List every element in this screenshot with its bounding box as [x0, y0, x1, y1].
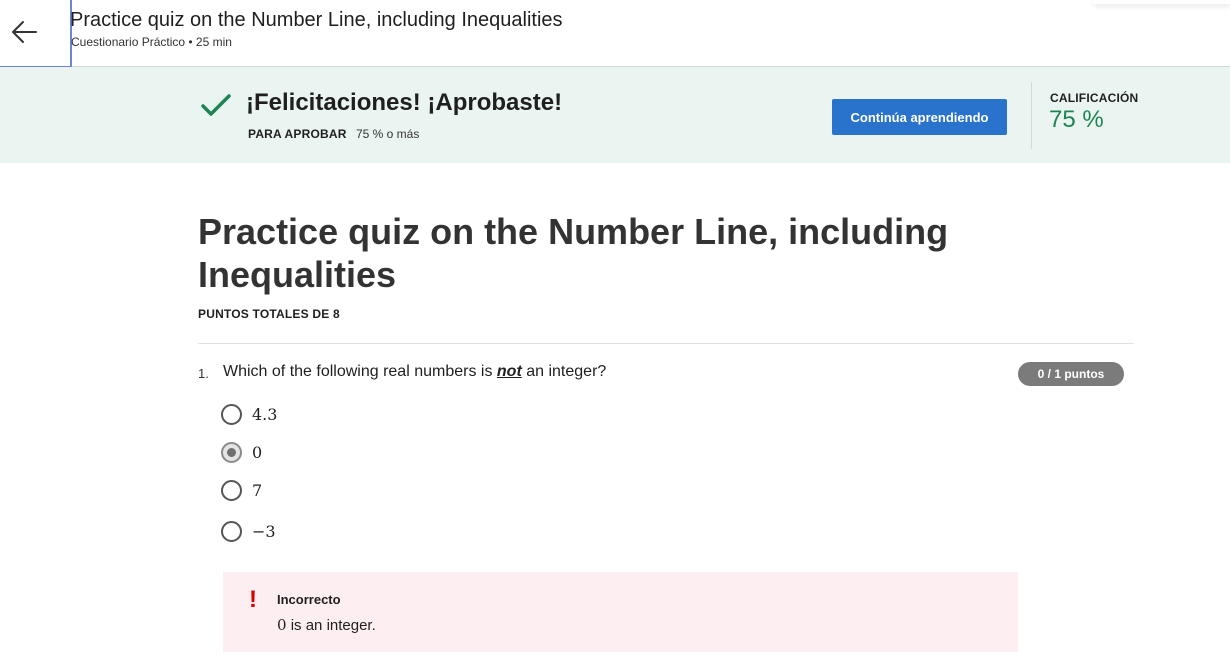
question-text-after: an integer?: [521, 363, 607, 380]
banner-title: ¡Felicitaciones! ¡Aprobaste!: [246, 89, 563, 116]
feedback-text: 0 is an integer.: [277, 616, 376, 634]
feedback-box: ! Incorrecto 0 is an integer.: [223, 572, 1018, 652]
option-label: 0: [252, 443, 263, 462]
back-button[interactable]: [0, 0, 72, 68]
option-label: 7: [252, 481, 263, 500]
answer-option[interactable]: 0: [221, 442, 262, 463]
top-header: Practice quiz on the Number Line, includ…: [0, 0, 1230, 68]
quiz-title: Practice quiz on the Number Line, includ…: [198, 211, 949, 295]
continue-learning-button[interactable]: Continúa aprendiendo: [832, 99, 1007, 135]
total-points: PUNTOS TOTALES DE 8: [198, 307, 340, 321]
arrow-left-icon: [10, 20, 38, 44]
answer-option[interactable]: 7: [221, 480, 262, 501]
pass-requirement: PARA APROBAR 75 % o más: [248, 127, 419, 141]
pass-label: PARA APROBAR: [248, 127, 347, 141]
header-title: Practice quiz on the Number Line, includ…: [70, 9, 563, 31]
pass-value: 75 % o más: [355, 127, 420, 141]
grade-label: CALIFICACIÓN: [1050, 91, 1139, 105]
radio-button[interactable]: [221, 404, 242, 425]
question-number: 1.: [198, 366, 209, 381]
radio-button[interactable]: [221, 480, 242, 501]
answer-option[interactable]: −3: [221, 521, 276, 542]
points-badge: 0 / 1 puntos: [1018, 362, 1124, 386]
header-subtitle: Cuestionario Práctico • 25 min: [71, 35, 232, 49]
question-text: Which of the following real numbers is n…: [223, 363, 606, 381]
radio-button[interactable]: [221, 521, 242, 542]
question-emphasis: not: [496, 363, 522, 380]
radio-button-selected[interactable]: [221, 442, 242, 463]
option-label: −3: [252, 522, 276, 541]
grade-value: 75 %: [1049, 106, 1104, 133]
option-label: 4.3: [252, 405, 278, 424]
feedback-math: 0: [277, 616, 287, 634]
pass-banner: ¡Felicitaciones! ¡Aprobaste! PARA APROBA…: [0, 67, 1230, 163]
answer-option[interactable]: 4.3: [221, 404, 277, 425]
header-shadow: [1094, 0, 1230, 4]
exclamation-icon: !: [249, 586, 257, 613]
banner-divider: [1031, 82, 1032, 149]
checkmark-icon: [200, 93, 232, 124]
feedback-title: Incorrecto: [277, 592, 341, 607]
feedback-text-body: is an integer.: [286, 617, 376, 634]
question-text-before: Which of the following real numbers is: [223, 363, 497, 380]
section-divider: [198, 343, 1134, 344]
